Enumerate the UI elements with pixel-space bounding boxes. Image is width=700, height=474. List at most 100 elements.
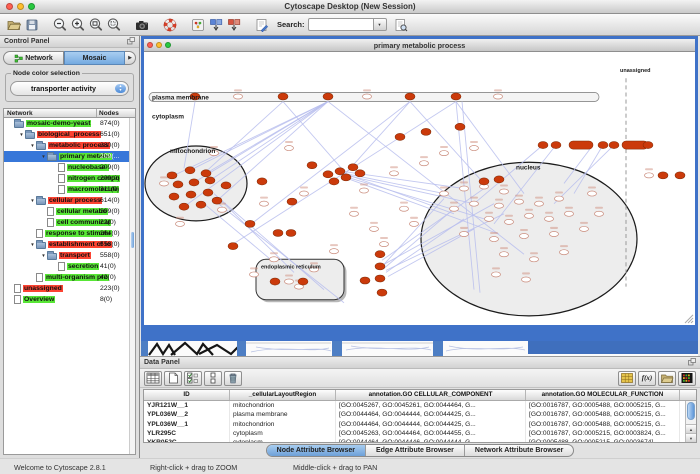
network-node[interactable] bbox=[565, 211, 574, 216]
network-node[interactable] bbox=[285, 279, 294, 284]
network-node[interactable] bbox=[645, 173, 654, 178]
network-node-selected-color[interactable] bbox=[169, 193, 179, 200]
network-node-selected-color[interactable] bbox=[360, 277, 370, 284]
network-node-selected-color[interactable] bbox=[598, 141, 608, 148]
advanced-search-icon[interactable] bbox=[392, 16, 410, 34]
network-node-selected-color[interactable] bbox=[203, 189, 213, 196]
float-panel-icon[interactable] bbox=[127, 37, 135, 47]
network-node-selected-color[interactable] bbox=[173, 181, 183, 188]
network-node-selected-color[interactable] bbox=[189, 179, 199, 186]
table-row[interactable]: YKR052Ccytoplasm[GO:0044464, GO:0044446,… bbox=[144, 438, 696, 443]
expander-icon[interactable]: ▼ bbox=[29, 198, 36, 203]
expander-icon[interactable]: ▼ bbox=[29, 242, 36, 247]
tree-row[interactable]: cell communicat22(0) bbox=[4, 217, 135, 228]
table-row[interactable]: YLR295Ccytoplasm[GO:0045263, GO:0044464,… bbox=[144, 429, 696, 438]
network-node[interactable] bbox=[450, 206, 459, 211]
network-node-selected-color[interactable] bbox=[375, 251, 385, 258]
tree-header-network[interactable]: Network bbox=[4, 109, 97, 117]
network-edge[interactable] bbox=[194, 102, 328, 183]
tree-row[interactable]: multi-organism pro42(0) bbox=[4, 272, 135, 283]
network-node[interactable] bbox=[380, 242, 389, 247]
network-node-selected-color[interactable] bbox=[167, 172, 177, 179]
table-cell[interactable]: YLR295C bbox=[144, 429, 230, 438]
tree-row[interactable]: mosaic-demo-yeast874(0) bbox=[4, 118, 135, 129]
annotation-icon[interactable] bbox=[189, 16, 207, 34]
open-attributes-icon[interactable] bbox=[658, 371, 676, 386]
network-node[interactable] bbox=[350, 211, 359, 216]
network-node-selected-color[interactable] bbox=[538, 141, 548, 148]
network-node-selected-color[interactable] bbox=[348, 164, 358, 171]
table-cell[interactable]: [GO:0044464, GO:0044444, GO:0044425, G..… bbox=[336, 420, 526, 429]
network-node-selected-color[interactable] bbox=[287, 198, 297, 205]
zoom-out-icon[interactable] bbox=[51, 16, 69, 34]
tree-row[interactable]: response to stimulu264(0) bbox=[4, 228, 135, 239]
table-cell[interactable]: [GO:0016787, GO:0005215, GO:0003824, G..… bbox=[526, 429, 680, 438]
table-cell[interactable]: YPL036W__2 bbox=[144, 410, 230, 419]
network-node[interactable] bbox=[490, 237, 499, 242]
network-node-selected-color[interactable] bbox=[494, 176, 504, 183]
table-cell[interactable]: [GO:0016787, GO:0005488, GO:0005215, G..… bbox=[526, 401, 680, 410]
expander-icon[interactable]: ▼ bbox=[40, 253, 47, 258]
network-node[interactable] bbox=[363, 94, 372, 99]
import-table-icon[interactable] bbox=[618, 371, 636, 386]
network-node-selected-color[interactable] bbox=[455, 123, 465, 130]
network-node[interactable] bbox=[440, 151, 449, 156]
network-node-wide[interactable] bbox=[569, 141, 593, 149]
network-node-selected-color[interactable] bbox=[298, 278, 308, 285]
create-view-icon[interactable] bbox=[207, 16, 225, 34]
network-node-selected-color[interactable] bbox=[395, 133, 405, 140]
network-node[interactable] bbox=[234, 94, 243, 99]
select-attributes-icon[interactable] bbox=[184, 371, 202, 386]
network-node-selected-color[interactable] bbox=[335, 168, 345, 175]
network-node[interactable] bbox=[400, 206, 409, 211]
tab-overflow-arrow-icon[interactable]: ▶ bbox=[125, 51, 136, 65]
network-node[interactable] bbox=[535, 201, 544, 206]
network-node[interactable] bbox=[525, 213, 534, 218]
network-node-selected-color[interactable] bbox=[273, 229, 283, 236]
network-node-selected-color[interactable] bbox=[323, 93, 333, 100]
network-node[interactable] bbox=[530, 257, 539, 262]
help-icon[interactable] bbox=[161, 16, 179, 34]
table-column-header[interactable]: ID bbox=[144, 390, 230, 400]
table-cell[interactable]: mitochondrion bbox=[230, 401, 336, 410]
network-canvas[interactable]: plasma membrane cytoplasm mitochondrion … bbox=[144, 52, 695, 325]
network-node[interactable] bbox=[260, 201, 269, 206]
search-input[interactable] bbox=[308, 18, 374, 31]
zoom-in-icon[interactable] bbox=[69, 16, 87, 34]
network-node-selected-color[interactable] bbox=[221, 182, 231, 189]
network-node-selected-color[interactable] bbox=[421, 128, 431, 135]
network-node-selected-color[interactable] bbox=[658, 172, 668, 179]
table-row[interactable]: YJR121W__1mitochondrion[GO:0045267, GO:0… bbox=[144, 401, 696, 410]
unified-view-icon[interactable] bbox=[204, 371, 222, 386]
network-node[interactable] bbox=[492, 272, 501, 277]
node-color-dropdown[interactable]: transporter activity ▲▼ bbox=[10, 81, 129, 96]
resize-grip-icon[interactable] bbox=[685, 315, 693, 323]
table-cell[interactable]: mitochondrion bbox=[230, 420, 336, 429]
tree-scrollbar[interactable] bbox=[129, 118, 135, 454]
table-scrollbar-thumb[interactable] bbox=[687, 402, 695, 420]
network-edge[interactable] bbox=[254, 102, 410, 222]
network-node[interactable] bbox=[555, 196, 564, 201]
network-node[interactable] bbox=[545, 216, 554, 221]
network-node[interactable] bbox=[520, 233, 529, 238]
network-node[interactable] bbox=[500, 189, 509, 194]
network-node[interactable] bbox=[505, 219, 514, 224]
network-node[interactable] bbox=[495, 203, 504, 208]
tree-row[interactable]: nitrogen compo209(0) bbox=[4, 173, 135, 184]
table-cell[interactable]: [GO:0045267, GO:0045261, GO:0044464, G..… bbox=[336, 401, 526, 410]
expander-icon[interactable]: ▼ bbox=[29, 143, 36, 148]
attribute-table-icon[interactable] bbox=[144, 371, 162, 386]
table-column-header[interactable]: _cellularLayoutRegion bbox=[230, 390, 336, 400]
nucleus-region[interactable] bbox=[421, 162, 637, 316]
network-node-selected-color[interactable] bbox=[451, 93, 461, 100]
table-cell[interactable]: YJR121W__1 bbox=[144, 401, 230, 410]
network-node-selected-color[interactable] bbox=[323, 171, 333, 178]
table-cell[interactable]: cytoplasm bbox=[230, 429, 336, 438]
delete-attribute-icon[interactable] bbox=[224, 371, 242, 386]
network-node-selected-color[interactable] bbox=[186, 191, 196, 198]
network-node[interactable] bbox=[522, 277, 531, 282]
network-node-selected-color[interactable] bbox=[675, 172, 685, 179]
network-node-selected-color[interactable] bbox=[405, 93, 415, 100]
network-node-selected-color[interactable] bbox=[245, 220, 255, 227]
network-node[interactable] bbox=[460, 186, 469, 191]
